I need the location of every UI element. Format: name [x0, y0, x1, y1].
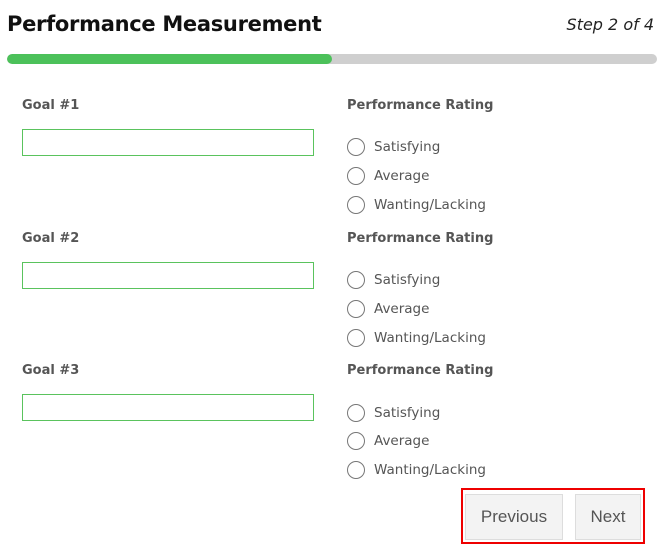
step-indicator: Step 2 of 4 — [566, 15, 654, 34]
radio-circle-icon[interactable] — [347, 138, 365, 156]
radio-circle-icon[interactable] — [347, 196, 365, 214]
radio-option-label: Satisfying — [374, 405, 441, 421]
goal-1-input[interactable] — [22, 129, 314, 156]
previous-button[interactable]: Previous — [465, 494, 563, 540]
goal-3-radio-wanting[interactable]: Wanting/Lacking — [347, 461, 486, 479]
goal-2-radio-wanting[interactable]: Wanting/Lacking — [347, 329, 486, 347]
radio-circle-icon[interactable] — [347, 432, 365, 450]
goal-2-input[interactable] — [22, 262, 314, 289]
radio-option-label: Satisfying — [374, 272, 441, 288]
radio-circle-icon[interactable] — [347, 167, 365, 185]
radio-circle-icon[interactable] — [347, 329, 365, 347]
goal-3-radio-satisfying[interactable]: Satisfying — [347, 404, 440, 422]
goal-1-rating-label: Performance Rating — [347, 98, 494, 113]
goal-1-label: Goal #1 — [22, 98, 80, 113]
page-title: Performance Measurement — [7, 12, 322, 36]
goal-1-radio-average[interactable]: Average — [347, 167, 429, 185]
radio-circle-icon[interactable] — [347, 404, 365, 422]
radio-circle-icon[interactable] — [347, 271, 365, 289]
goal-3-label: Goal #3 — [22, 363, 80, 378]
progress-bar — [7, 54, 657, 64]
goal-1-radio-satisfying[interactable]: Satisfying — [347, 138, 440, 156]
goal-2-label: Goal #2 — [22, 231, 80, 246]
goal-3-radio-average[interactable]: Average — [347, 432, 429, 450]
progress-fill — [7, 54, 332, 64]
goal-2-radio-satisfying[interactable]: Satisfying — [347, 271, 440, 289]
goal-2-radio-average[interactable]: Average — [347, 300, 429, 318]
goal-3-rating-label: Performance Rating — [347, 363, 494, 378]
goal-2-rating-label: Performance Rating — [347, 231, 494, 246]
radio-option-label: Wanting/Lacking — [374, 330, 486, 346]
radio-option-label: Average — [374, 433, 430, 449]
radio-circle-icon[interactable] — [347, 300, 365, 318]
radio-option-label: Wanting/Lacking — [374, 462, 486, 478]
radio-option-label: Average — [374, 168, 430, 184]
goal-3-input[interactable] — [22, 394, 314, 421]
radio-option-label: Average — [374, 301, 430, 317]
next-button[interactable]: Next — [575, 494, 641, 540]
radio-option-label: Wanting/Lacking — [374, 197, 486, 213]
radio-circle-icon[interactable] — [347, 461, 365, 479]
radio-option-label: Satisfying — [374, 139, 441, 155]
goal-1-radio-wanting[interactable]: Wanting/Lacking — [347, 196, 486, 214]
